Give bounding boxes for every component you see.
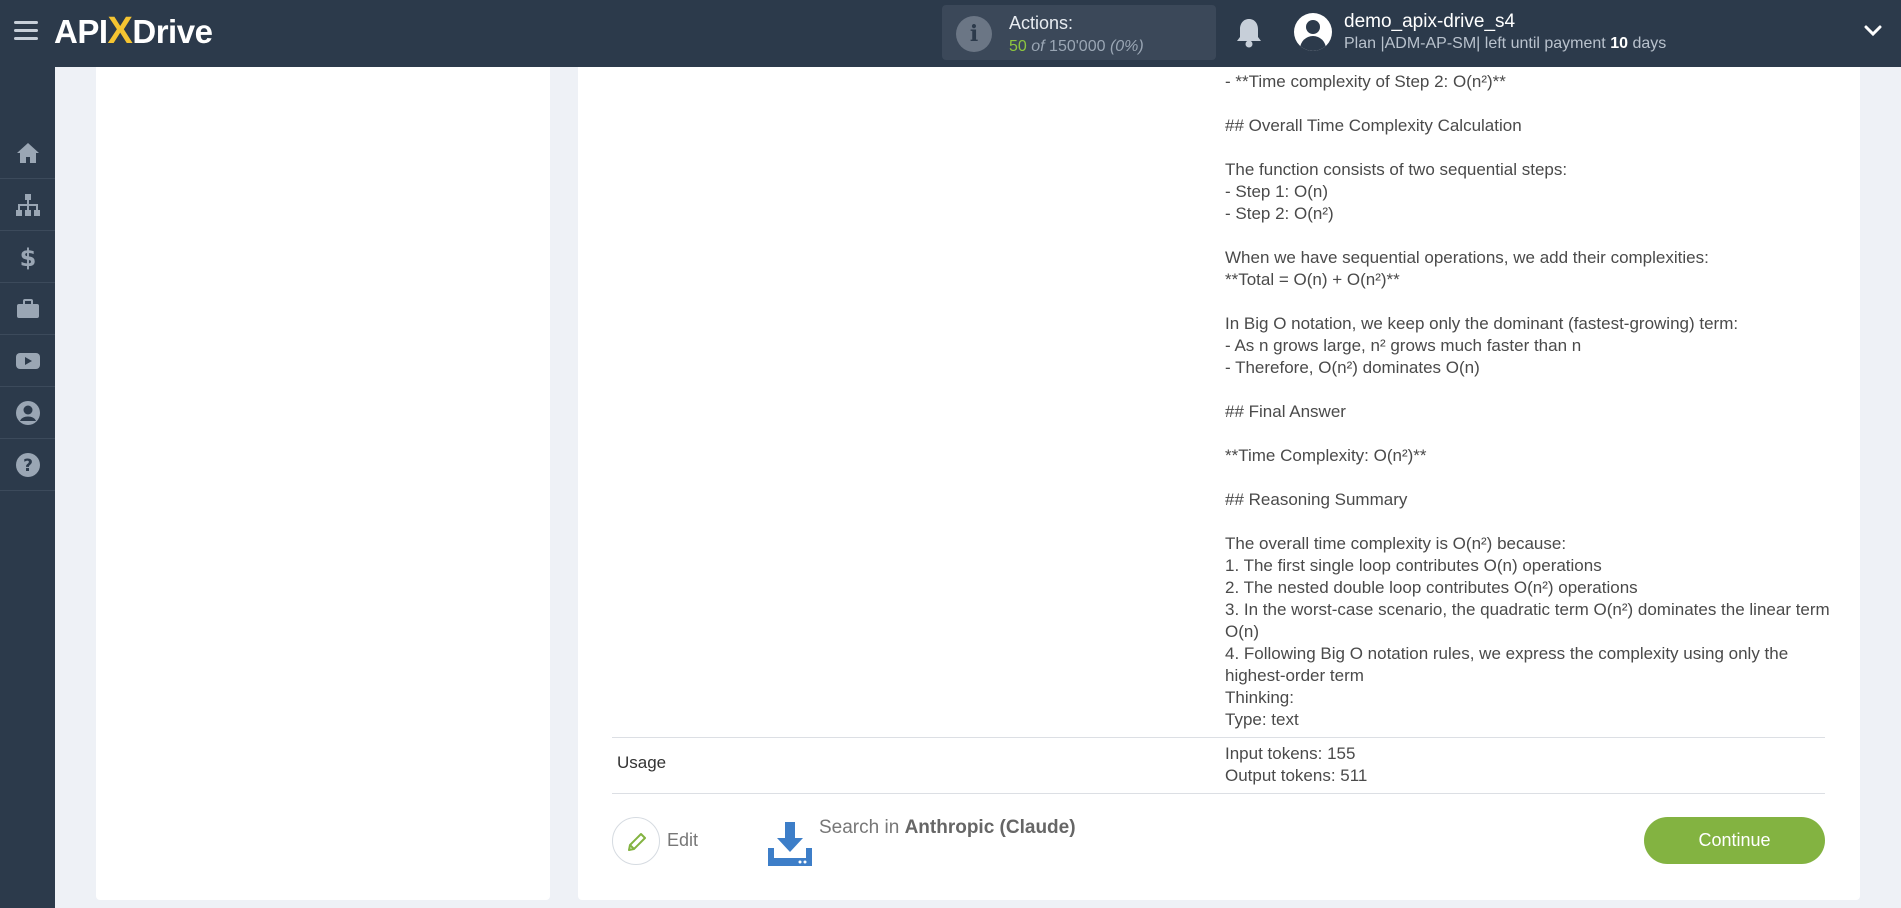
chevron-down-icon[interactable] — [1864, 24, 1882, 38]
sidebar-item-help[interactable]: ? — [0, 439, 55, 491]
actions-count: 50 of 150'000 (0%) — [1009, 38, 1144, 55]
plan-info: Plan |ADM-AP-SM| left until payment 10 d… — [1344, 35, 1667, 52]
result-line: The function consists of two sequential … — [1225, 160, 1568, 179]
sidebar-item-connections[interactable] — [0, 179, 55, 231]
result-line — [1225, 225, 1835, 247]
result-line: 3. In the worst-case scenario, the quadr… — [1225, 600, 1830, 641]
result-line: - As n grows large, n² grows much faster… — [1225, 336, 1582, 355]
divider — [612, 737, 1825, 738]
usage-label: Usage — [617, 753, 667, 772]
result-line: 1. The first single loop contributes O(n… — [1225, 556, 1602, 575]
actions-label: Actions: — [1009, 13, 1074, 33]
user-name[interactable]: demo_apix-drive_s4 — [1344, 11, 1515, 33]
result-line — [1225, 137, 1835, 159]
result-line: - **Time complexity of Step 2: O(n²)** — [1225, 72, 1506, 91]
result-line: 4. Following Big O notation rules, we ex… — [1225, 644, 1789, 685]
result-line: 2. The nested double loop contributes O(… — [1225, 578, 1638, 597]
sidebar: $ ? — [0, 67, 55, 908]
left-panel — [96, 67, 550, 900]
result-line: In Big O notation, we keep only the domi… — [1225, 314, 1739, 333]
usage-values: Input tokens: 155 Output tokens: 511 — [1225, 743, 1367, 787]
search-source-label[interactable]: Search in Anthropic (Claude) — [819, 817, 1076, 839]
result-line: The overall time complexity is O(n²) bec… — [1225, 534, 1567, 553]
svg-text:$: $ — [19, 244, 36, 270]
result-line: **Time Complexity: O(n²)** — [1225, 446, 1427, 465]
result-text: - **Time complexity of Step 2: O(n²)** ##… — [1225, 71, 1835, 731]
result-line — [1225, 379, 1835, 401]
briefcase-icon — [16, 298, 39, 318]
home-icon — [16, 142, 39, 163]
continue-button[interactable]: Continue — [1644, 817, 1825, 864]
dollar-icon: $ — [19, 244, 36, 270]
avatar[interactable] — [1294, 13, 1332, 51]
result-line: - Step 1: O(n) — [1225, 182, 1328, 201]
edit-label[interactable]: Edit — [667, 830, 698, 851]
divider — [612, 793, 1825, 794]
result-line — [1225, 291, 1835, 313]
help-icon: ? — [15, 452, 40, 477]
sitemap-icon — [15, 193, 40, 216]
result-line — [1225, 511, 1835, 533]
menu-icon[interactable] — [14, 21, 38, 41]
logo[interactable]: APIXDrive — [54, 9, 213, 54]
sidebar-item-home[interactable] — [0, 127, 55, 179]
user-icon — [15, 400, 40, 425]
sidebar-item-tools[interactable] — [0, 283, 55, 335]
sidebar-item-account[interactable] — [0, 387, 55, 439]
result-line: - Step 2: O(n²) — [1225, 204, 1334, 223]
result-line: **Total = O(n) + O(n²)** — [1225, 270, 1400, 289]
result-line: ## Overall Time Complexity Calculation — [1225, 116, 1522, 135]
pencil-icon — [628, 833, 646, 851]
info-icon: i — [956, 16, 992, 52]
actions-counter: i Actions: 50 of 150'000 (0%) — [942, 5, 1216, 60]
result-line — [1225, 423, 1835, 445]
result-line: - Therefore, O(n²) dominates O(n) — [1225, 358, 1480, 377]
result-line: ## Reasoning Summary — [1225, 490, 1408, 509]
result-line — [1225, 93, 1835, 115]
input-tokens: Input tokens: 155 — [1225, 744, 1356, 763]
top-bar: APIXDrive i Actions: 50 of 150'000 (0%) … — [0, 0, 1901, 67]
sidebar-item-video[interactable] — [0, 335, 55, 387]
sidebar-item-billing[interactable]: $ — [0, 231, 55, 283]
result-line: Thinking: — [1225, 688, 1294, 707]
edit-button[interactable] — [612, 817, 660, 865]
bell-icon[interactable] — [1235, 17, 1263, 49]
result-line: Type: text — [1225, 710, 1299, 729]
result-line: When we have sequential operations, we a… — [1225, 248, 1709, 267]
output-tokens: Output tokens: 511 — [1225, 766, 1368, 785]
svg-text:?: ? — [23, 456, 33, 476]
download-icon[interactable] — [766, 820, 814, 868]
result-line: ## Final Answer — [1225, 402, 1346, 421]
result-line — [1225, 467, 1835, 489]
youtube-icon — [15, 352, 40, 369]
